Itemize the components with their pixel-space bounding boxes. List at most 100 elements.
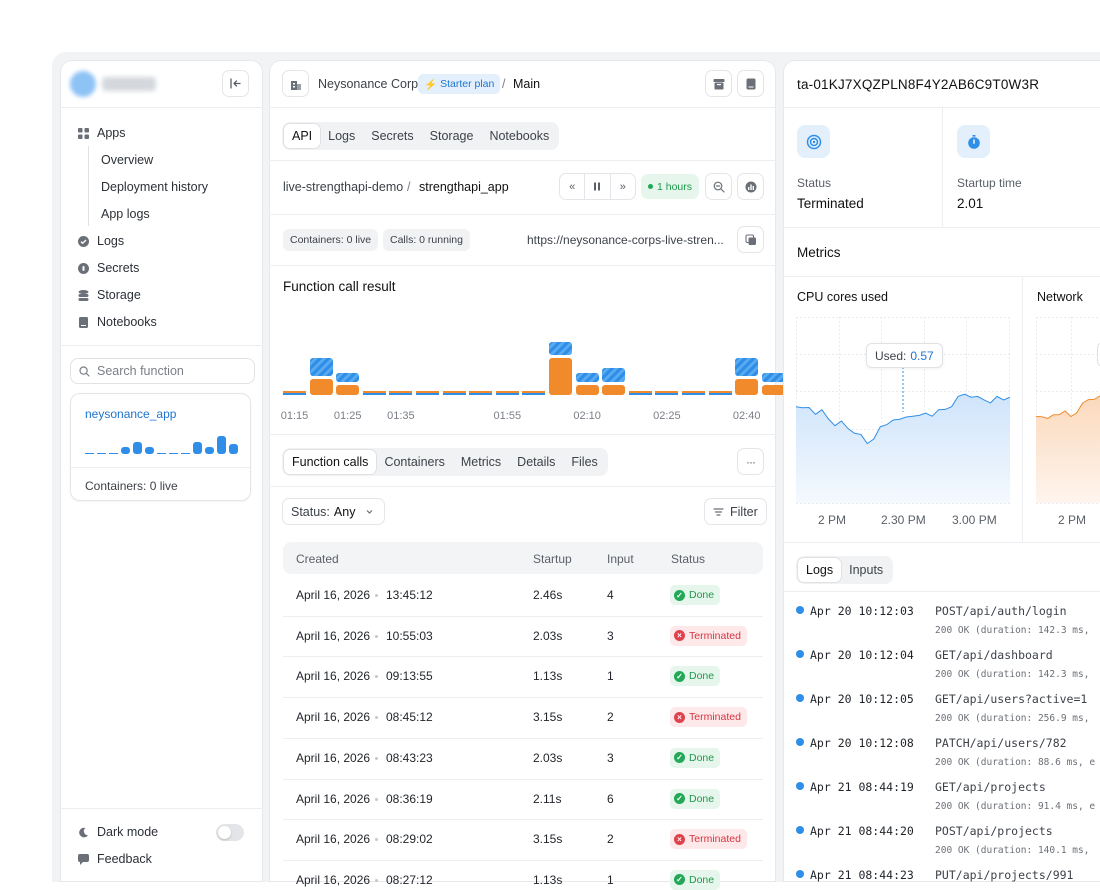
bar-empty-failure <box>628 393 652 395</box>
dark-mode-toggle[interactable] <box>216 824 244 841</box>
x-tick-label: 02:10 <box>573 410 601 422</box>
bar-failure <box>602 368 626 382</box>
divider <box>60 107 263 108</box>
tab-logs[interactable]: Logs <box>320 124 363 148</box>
breadcrumb-current[interactable]: strengthapi_app <box>419 180 509 194</box>
org-button[interactable] <box>282 70 309 97</box>
separator-dot <box>375 878 378 882</box>
pause-button[interactable] <box>585 174 611 199</box>
sidebar-item-logs[interactable]: Logs <box>78 234 124 248</box>
x-tick-label: 01:55 <box>493 410 522 422</box>
log-request[interactable]: POST/api/projects <box>935 824 1053 838</box>
chart-settings-button[interactable] <box>737 173 764 200</box>
app-card-name[interactable]: neysonance_app <box>85 407 176 421</box>
forward-button[interactable]: » <box>611 174 635 199</box>
divider <box>783 276 1100 277</box>
workspace-avatar[interactable] <box>70 71 96 97</box>
plan-badge[interactable]: ⚡ Starter plan <box>418 74 501 94</box>
cell-time: 09:13:55 <box>386 669 433 684</box>
tab-inputs[interactable]: Inputs <box>841 558 891 582</box>
feedback-label: Feedback <box>97 852 152 866</box>
tab-function-calls[interactable]: Function calls <box>284 450 377 474</box>
cell-input: 3 <box>607 628 614 643</box>
tab-metrics[interactable]: Metrics <box>453 450 509 474</box>
status-badge: × Terminated <box>670 625 747 646</box>
endpoint-url[interactable]: https://neysonance-corps-live-stren... <box>527 233 724 247</box>
toggle-knob <box>218 826 231 839</box>
stopwatch-icon <box>957 125 990 158</box>
tab-files[interactable]: Files <box>563 450 605 474</box>
column-status[interactable]: Status <box>671 552 705 566</box>
sidebar-subitem-deployment-history[interactable]: Deployment history <box>101 180 208 194</box>
column-startup[interactable]: Startup <box>533 552 572 566</box>
log-request[interactable]: PATCH/api/users/782 <box>935 736 1067 750</box>
copy-url-button[interactable] <box>737 226 764 253</box>
cell-time: 08:43:23 <box>386 750 433 765</box>
log-request[interactable]: PUT/api/projects/991 <box>935 868 1073 882</box>
spark-bar <box>193 441 202 454</box>
x-tick-label: 02:25 <box>653 410 681 422</box>
sidebar-item-feedback[interactable]: Feedback <box>78 852 152 866</box>
bar-empty-failure <box>283 393 306 395</box>
spark-bar <box>169 452 178 454</box>
divider <box>60 345 263 346</box>
column-input[interactable]: Input <box>607 552 634 566</box>
tab-secrets[interactable]: Secrets <box>363 124 421 148</box>
spark-bar <box>157 452 166 454</box>
archive-icon <box>713 78 724 89</box>
cell-input: 4 <box>607 588 614 602</box>
tab-storage[interactable]: Storage <box>422 124 482 148</box>
breadcrumb-parent[interactable]: live-strengthapi-demo <box>283 180 403 194</box>
playback-controls: « » <box>559 173 636 200</box>
log-level-dot <box>796 870 804 878</box>
tab-logs-panel[interactable]: Logs <box>798 558 842 582</box>
archive-button[interactable] <box>705 70 732 97</box>
status-label: Done <box>689 589 715 601</box>
bar-empty-failure <box>708 393 732 395</box>
log-request[interactable]: GET/api/projects <box>935 780 1046 794</box>
bar-empty-failure <box>362 393 386 395</box>
zoom-out-icon <box>713 181 725 193</box>
notebook-icon <box>746 78 755 89</box>
sidebar-item-notebooks[interactable]: Notebooks <box>78 315 157 329</box>
filter-button[interactable]: Filter <box>704 498 767 525</box>
column-created[interactable]: Created <box>296 552 339 566</box>
calls-pill: Calls: 0 running <box>383 229 470 251</box>
tab-notebooks[interactable]: Notebooks <box>481 124 557 148</box>
status-filter-select[interactable]: Status: Any <box>282 498 386 525</box>
tab-containers[interactable]: Containers <box>376 450 452 474</box>
search-placeholder: Search function <box>97 364 184 378</box>
x-icon: × <box>674 833 685 845</box>
sidebar-subitem-app-logs[interactable]: App logs <box>101 207 150 221</box>
search-function-input[interactable]: Search function <box>70 358 255 384</box>
collapse-sidebar-button[interactable] <box>222 70 249 97</box>
rewind-button[interactable]: « <box>560 174 586 199</box>
sidebar-item-storage[interactable]: Storage <box>78 288 141 302</box>
check-icon: ✓ <box>674 752 685 764</box>
time-range-select[interactable]: 1 hours <box>641 174 700 199</box>
workspace-name[interactable] <box>102 77 156 91</box>
bar-success <box>602 384 626 395</box>
x-tick-label: 02:40 <box>732 410 761 422</box>
metrics-title: Metrics <box>797 245 841 260</box>
sidebar-item-apps[interactable]: Apps <box>78 126 126 140</box>
more-options-button[interactable]: ··· <box>737 448 764 475</box>
zoom-button[interactable] <box>705 173 732 200</box>
sidebar-item-secrets[interactable]: Secrets <box>78 261 139 275</box>
env-name[interactable]: Main <box>513 77 540 91</box>
bar-empty-failure <box>469 393 493 395</box>
tab-details[interactable]: Details <box>509 450 563 474</box>
notebook-button[interactable] <box>737 70 764 97</box>
log-request[interactable]: GET/api/dashboard <box>935 648 1053 662</box>
sidebar-subitem-overview[interactable]: Overview <box>101 153 153 167</box>
bar-empty-failure <box>442 393 466 395</box>
tab-api[interactable]: API <box>284 124 321 148</box>
stat-value-status: Terminated <box>797 196 864 211</box>
org-name[interactable]: Neysonance Corp <box>318 77 418 91</box>
divider <box>269 265 776 266</box>
bar-empty-failure <box>655 393 679 395</box>
app-card[interactable]: neysonance_app Containers: 0 live <box>70 393 251 501</box>
bar-empty-failure <box>416 393 439 395</box>
log-request[interactable]: POST/api/auth/login <box>935 604 1067 618</box>
log-request[interactable]: GET/api/users?active=1 <box>935 692 1087 706</box>
